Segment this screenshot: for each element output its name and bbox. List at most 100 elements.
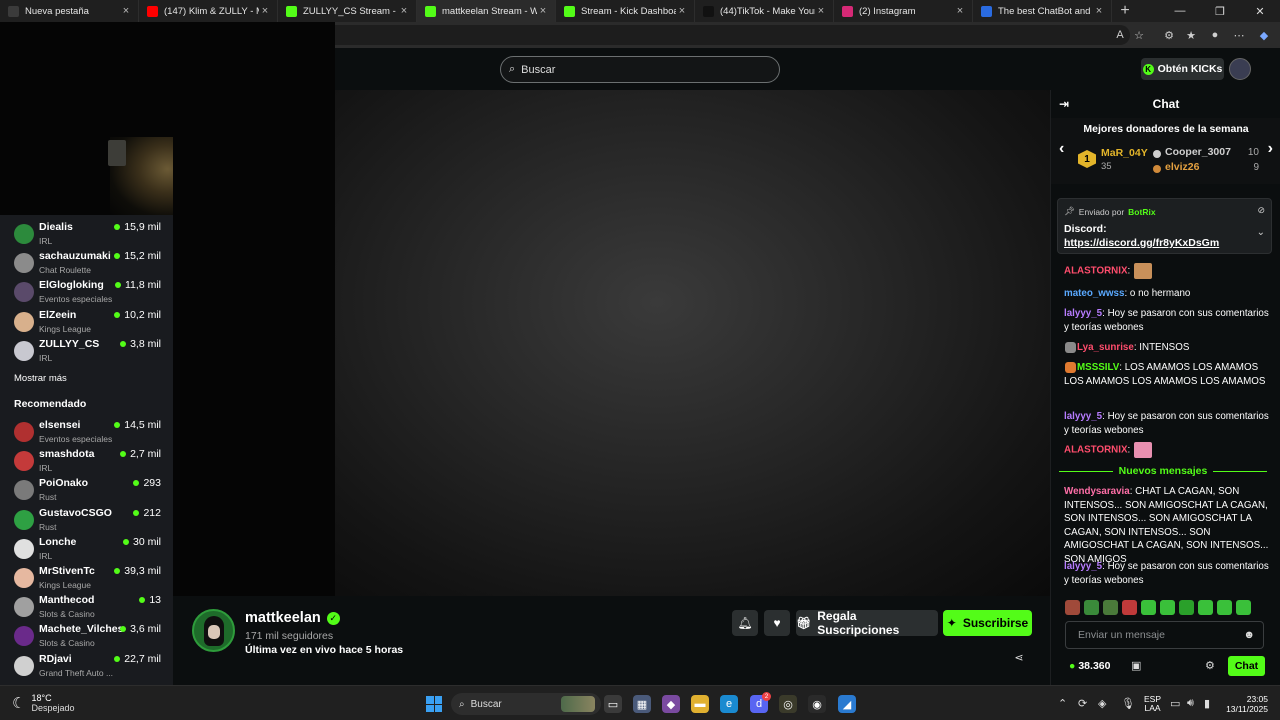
emote-icon[interactable] [1236, 600, 1251, 615]
collapse-chat-icon[interactable]: ⇥ [1059, 97, 1069, 111]
close-tab-icon[interactable]: × [120, 5, 132, 17]
sidebar-channel[interactable]: sachauzumaki Chat Roulette 15,2 mil [0, 249, 173, 278]
gift-subs-button[interactable]: 🎁︎ Regala Suscripciones [796, 609, 938, 637]
chat-username[interactable]: lalyyy_5 [1064, 411, 1102, 422]
sidebar-channel[interactable]: elsensei Eventos especiales 14,5 mil [0, 418, 173, 447]
emote-icon[interactable] [1160, 600, 1175, 615]
chevron-down-icon[interactable]: ⌄ [1257, 227, 1265, 238]
favorites-icon[interactable]: ★ [1183, 27, 1199, 43]
next-arrow-icon[interactable]: › [1268, 140, 1273, 158]
browser-tab[interactable]: ZULLYY_CS Stream - Watch× [278, 0, 417, 22]
settings-gear-icon[interactable]: ⚙ [1205, 659, 1215, 672]
close-tab-icon[interactable]: × [398, 5, 410, 17]
minimize-icon[interactable]: — [1160, 0, 1200, 22]
volume-icon[interactable]: 🔊︎ [1187, 697, 1194, 710]
read-aloud-icon[interactable]: A [1112, 27, 1128, 43]
favorite-star-icon[interactable]: ☆ [1131, 27, 1147, 43]
follow-button[interactable]: ♥ [764, 610, 790, 636]
chat-username[interactable]: ALASTORNIX [1064, 266, 1128, 277]
new-tab-icon[interactable]: + [1112, 0, 1138, 22]
get-kicks-button[interactable]: K Obtén KICKs [1141, 58, 1224, 80]
language-indicator[interactable]: ESP LAA [1144, 695, 1161, 713]
channel-name[interactable]: mattkeelan [245, 610, 321, 626]
more-menu-icon[interactable]: ⋯ [1231, 27, 1247, 43]
address-bar[interactable] [335, 25, 1130, 45]
app-tray-icon[interactable]: ◈ [1098, 697, 1106, 710]
close-window-icon[interactable]: ✕ [1240, 0, 1280, 22]
copilot-app-icon[interactable]: ◆ [662, 695, 680, 713]
profile-icon[interactable]: ● [1207, 27, 1223, 43]
sidebar-channel[interactable]: ZULLYY_CS IRL 3,8 mil [0, 337, 173, 366]
emote-icon[interactable] [1198, 600, 1213, 615]
browser-tab[interactable]: The best ChatBot and Widg× [973, 0, 1112, 22]
chat-username[interactable]: ALASTORNIX [1064, 445, 1128, 456]
sidebar-channel[interactable]: GustavoCSGO Rust 212 [0, 506, 173, 535]
channel-avatar[interactable] [192, 609, 235, 652]
sidebar-channel[interactable]: ElGlogloking Eventos especiales 11,8 mil [0, 278, 173, 307]
close-tab-icon[interactable]: × [815, 5, 827, 17]
copilot-icon[interactable]: ◆ [1256, 27, 1272, 43]
new-messages-divider[interactable]: Nuevos mensajes [1059, 464, 1267, 478]
sidebar-channel[interactable]: RDjavi Grand Theft Auto ... 22,7 mil [0, 652, 173, 681]
emote-icon[interactable] [1103, 600, 1118, 615]
microphone-icon[interactable]: 🎙︎ [1121, 697, 1135, 710]
prev-arrow-icon[interactable]: ‹ [1059, 140, 1064, 158]
chat-username[interactable]: mateo_wwss [1064, 288, 1124, 299]
search-input[interactable]: ⌕ Buscar [500, 56, 780, 83]
browser-tab[interactable]: (2) Instagram × [834, 0, 973, 22]
sidebar-channel[interactable]: Diealis IRL 15,9 mil [0, 220, 173, 249]
chat-username[interactable]: Lya_sunrise [1077, 342, 1134, 353]
browser-tab[interactable]: (147) Klim & ZULLY - MÁS F× [139, 0, 278, 22]
weather-widget[interactable]: ☾ 18°C Despejado [12, 693, 74, 713]
browser-tab[interactable]: (44)TikTok - Make Your Day× [695, 0, 834, 22]
edge-browser-icon[interactable]: e [720, 695, 738, 713]
emoji-picker-icon[interactable]: ☻ [1243, 629, 1255, 641]
obs-icon[interactable]: ◉ [808, 695, 826, 713]
browser-tab[interactable]: Stream - Kick Dashboard× [556, 0, 695, 22]
sidebar-channel[interactable]: Machete_Vilches Slots & Casino 3,6 mil [0, 622, 173, 651]
clock[interactable]: 23:05 13/11/2025 [1226, 694, 1268, 714]
pinned-link[interactable]: https://discord.gg/fr8yKxDsGm [1064, 237, 1219, 249]
app-icon[interactable]: ◎ [779, 695, 797, 713]
file-explorer-icon[interactable]: ▬ [691, 695, 709, 713]
chat-input[interactable]: Enviar un mensaje ☻ [1065, 621, 1264, 649]
close-tab-icon[interactable]: × [259, 5, 271, 17]
sync-icon[interactable]: ⟳ [1078, 697, 1087, 710]
app-blue-icon[interactable]: ◢ [838, 695, 856, 713]
emote-icon[interactable] [1122, 600, 1137, 615]
gift-icon[interactable]: ▣ [1131, 659, 1141, 672]
close-tab-icon[interactable]: × [1093, 5, 1105, 17]
emote-icon[interactable] [1217, 600, 1232, 615]
sidebar-channel[interactable]: ElZeein Kings League 10,2 mil [0, 308, 173, 337]
close-tab-icon[interactable]: × [954, 5, 966, 17]
sidebar-channel[interactable]: Manthecod Slots & Casino 13 [0, 593, 173, 622]
store-icon[interactable]: ▦ [633, 695, 651, 713]
close-tab-icon[interactable]: × [537, 5, 549, 17]
tray-chevron-icon[interactable]: ⌃ [1058, 697, 1067, 710]
task-view-icon[interactable]: ▭ [604, 695, 622, 713]
video-player[interactable] [173, 90, 1050, 596]
chat-username[interactable]: Wendysaravia [1064, 486, 1130, 497]
chat-username[interactable]: MSSSILV [1077, 362, 1119, 373]
windows-start-icon[interactable] [426, 696, 442, 712]
show-more-link[interactable]: Mostrar más [14, 373, 67, 384]
emote-icon[interactable] [1179, 600, 1194, 615]
emote-icon[interactable] [1084, 600, 1099, 615]
battery-icon[interactable]: ▮ [1204, 697, 1210, 710]
chat-username[interactable]: lalyyy_5 [1064, 561, 1102, 572]
chat-username[interactable]: lalyyy_5 [1064, 308, 1102, 319]
channel-points[interactable]: ● 38.360 [1069, 660, 1110, 672]
sidebar-channel[interactable]: Lonche IRL 30 mil [0, 535, 173, 564]
notifications-button[interactable]: 🔔︎ [732, 610, 758, 636]
network-icon[interactable]: ▭ [1170, 697, 1180, 710]
sidebar-channel[interactable]: PoiOnako Rust 293 [0, 476, 173, 505]
emote-icon[interactable] [1065, 600, 1080, 615]
browser-tab[interactable]: Nueva pestaña × [0, 0, 139, 22]
subscribe-button[interactable]: ✦ Suscribirse [943, 610, 1032, 636]
hide-pinned-icon[interactable]: ⊘ [1257, 205, 1265, 216]
sidebar-channel[interactable]: MrStivenTc Kings League 39,3 mil [0, 564, 173, 593]
sidebar-channel[interactable]: smashdota IRL 2,7 mil [0, 447, 173, 476]
maximize-icon[interactable]: ❐ [1200, 0, 1240, 22]
share-icon[interactable]: ⋖ [1011, 649, 1027, 665]
user-avatar[interactable] [1229, 58, 1251, 80]
